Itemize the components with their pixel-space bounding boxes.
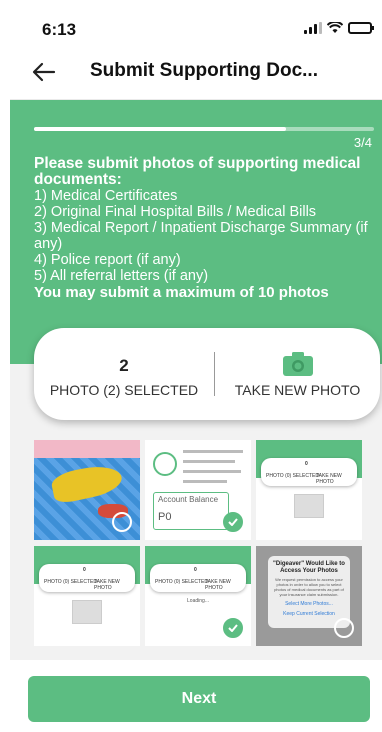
instructions-text: Please submit photos of supporting medic… bbox=[34, 156, 374, 301]
dialog-option: Keep Current Selection bbox=[283, 611, 335, 617]
status-time: 6:13 bbox=[42, 20, 77, 39]
check-icon bbox=[228, 518, 238, 526]
battery-icon bbox=[348, 22, 374, 34]
thumbnail-take: TAKE NEW PHOTO bbox=[205, 579, 231, 591]
instructions-lead: Please submit photos of supporting medic… bbox=[34, 155, 361, 188]
back-arrow-icon[interactable] bbox=[30, 58, 58, 86]
app-screen: 6:13 Submit Supporting Doc... 3/4 Please… bbox=[10, 0, 382, 732]
wifi-icon bbox=[327, 22, 343, 33]
select-indicator[interactable] bbox=[223, 618, 243, 638]
select-indicator[interactable] bbox=[112, 512, 132, 532]
thumbnail-selected: PHOTO (0) SELECTED bbox=[44, 579, 97, 585]
dialog-body: We request permission to access your pho… bbox=[274, 577, 344, 597]
text-line bbox=[183, 460, 235, 463]
photo-action-card: 2 PHOTO (2) SELECTED TAKE NEW PHOTO bbox=[34, 328, 380, 420]
select-indicator[interactable] bbox=[334, 618, 354, 638]
thumbnail-count: 0 bbox=[305, 461, 308, 467]
avatar-icon bbox=[153, 452, 177, 476]
permission-dialog: "Digeaver" Would Like to Access Your Pho… bbox=[268, 556, 350, 628]
thumbnail-image bbox=[72, 600, 102, 624]
thumbnail-image bbox=[34, 440, 140, 458]
instruction-item: 2) Original Final Hospital Bills / Medic… bbox=[34, 204, 317, 220]
status-icons bbox=[304, 22, 374, 34]
selected-count: 2 bbox=[119, 356, 129, 375]
status-bar: 6:13 bbox=[10, 0, 382, 44]
thumbnail-selected: PHOTO (0) SELECTED bbox=[266, 473, 319, 479]
account-balance-box: Account Balance P0 bbox=[153, 492, 229, 530]
take-photo-label: TAKE NEW PHOTO bbox=[234, 382, 361, 398]
thumbnail-image bbox=[49, 461, 125, 505]
account-balance-label: Account Balance bbox=[158, 495, 219, 504]
thumbnail-card: 0 PHOTO (0) SELECTED TAKE NEW PHOTO bbox=[261, 458, 357, 486]
thumbnail-take: TAKE NEW PHOTO bbox=[316, 473, 342, 485]
thumbnail-count: 0 bbox=[83, 567, 86, 573]
text-line bbox=[183, 450, 243, 453]
selected-photos-button[interactable]: 2 PHOTO (2) SELECTED bbox=[34, 328, 214, 420]
thumbnail-card: 0 PHOTO (0) SELECTED TAKE NEW PHOTO bbox=[150, 564, 246, 592]
check-icon bbox=[228, 624, 238, 632]
instruction-item: 1) Medical Certificates bbox=[34, 188, 178, 204]
instruction-item: 4) Police report (if any) bbox=[34, 252, 181, 268]
thumbnail-take: TAKE NEW PHOTO bbox=[94, 579, 120, 591]
thumbnail-image bbox=[294, 494, 324, 518]
step-indicator: 3/4 bbox=[353, 135, 372, 150]
instruction-item: 5) All referral letters (if any) bbox=[34, 268, 209, 284]
photo-thumbnail[interactable]: 0 PHOTO (0) SELECTED TAKE NEW PHOTO bbox=[256, 440, 362, 540]
camera-icon bbox=[282, 352, 313, 376]
progress-fill bbox=[34, 127, 286, 131]
dialog-option: Select More Photos... bbox=[285, 601, 333, 607]
footer: Next bbox=[10, 660, 382, 732]
thumbnail-loading: Loading... bbox=[187, 598, 209, 604]
progress-bar bbox=[34, 127, 374, 131]
take-new-photo-button[interactable]: TAKE NEW PHOTO bbox=[215, 328, 380, 420]
select-indicator[interactable] bbox=[223, 512, 243, 532]
photo-thumbnail[interactable]: Account Balance P0 bbox=[145, 440, 251, 540]
select-indicator[interactable] bbox=[112, 618, 132, 638]
nav-bar: Submit Supporting Doc... bbox=[10, 44, 382, 100]
text-line bbox=[183, 470, 241, 473]
select-indicator[interactable] bbox=[334, 512, 354, 532]
instructions-limit: You may submit a maximum of 10 photos bbox=[34, 284, 329, 301]
photo-thumbnail[interactable]: 0 PHOTO (0) SELECTED TAKE NEW PHOTO bbox=[34, 546, 140, 646]
instructions-panel: 3/4 Please submit photos of supporting m… bbox=[10, 100, 382, 364]
signal-icon bbox=[304, 22, 322, 34]
thumbnail-card: 0 PHOTO (0) SELECTED TAKE NEW PHOTO bbox=[39, 564, 135, 592]
dialog-title: "Digeaver" Would Like to Access Your Pho… bbox=[273, 561, 345, 574]
photo-thumbnail[interactable] bbox=[34, 440, 140, 540]
text-line bbox=[183, 480, 227, 483]
page-title: Submit Supporting Doc... bbox=[90, 60, 318, 81]
photo-thumbnail[interactable]: 0 PHOTO (0) SELECTED TAKE NEW PHOTO Load… bbox=[145, 546, 251, 646]
thumbnail-selected: PHOTO (0) SELECTED bbox=[155, 579, 208, 585]
photo-thumbnail[interactable]: "Digeaver" Would Like to Access Your Pho… bbox=[256, 546, 362, 646]
next-button[interactable]: Next bbox=[28, 676, 370, 722]
account-balance-value: P0 bbox=[158, 511, 172, 523]
instruction-item: 3) Medical Report / Inpatient Discharge … bbox=[34, 220, 368, 252]
thumbnail-count: 0 bbox=[194, 567, 197, 573]
selected-label: PHOTO (2) SELECTED bbox=[49, 382, 199, 398]
